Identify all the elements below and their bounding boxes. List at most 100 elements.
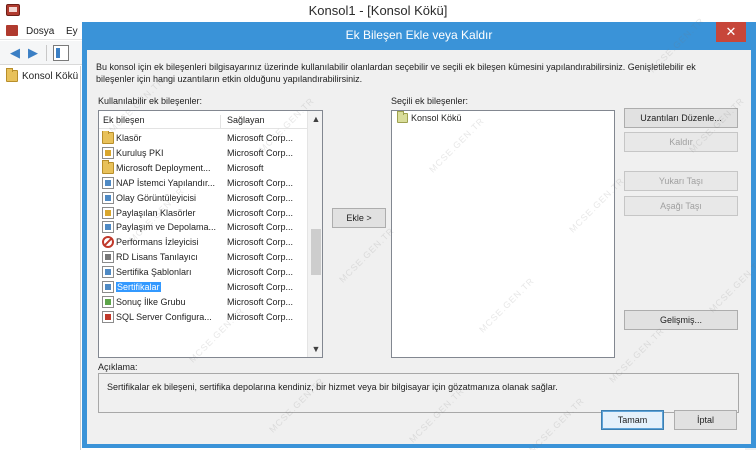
cancel-button[interactable]: İptal bbox=[674, 410, 737, 430]
snapin-name-cell: SQL Server Configura... bbox=[102, 310, 212, 323]
dialog-client-area: Bu konsol için ek bileşenleri bilgisayar… bbox=[87, 50, 751, 444]
nap-icon bbox=[102, 176, 114, 189]
policy-icon bbox=[102, 295, 114, 308]
column-header-name[interactable]: Ek bileşen bbox=[103, 115, 145, 125]
system-menu-icon[interactable] bbox=[6, 25, 18, 36]
certificate-icon bbox=[102, 281, 114, 293]
snapin-provider-cell: Microsoft Corp... bbox=[227, 311, 294, 322]
list-item[interactable]: Sertifika Şablonları Microsoft Corp... bbox=[99, 265, 307, 280]
snapin-name-cell: Sonuç İlke Grubu bbox=[102, 295, 186, 308]
forward-arrow-icon[interactable]: ▶ bbox=[25, 45, 41, 61]
available-snapins-label: Kullanılabilir ek bileşenler: bbox=[98, 96, 203, 106]
remove-button[interactable]: Kaldır bbox=[624, 132, 738, 152]
snapin-provider-cell: Microsoft Corp... bbox=[227, 252, 294, 263]
list-item[interactable]: Olay Görüntüleyicisi Microsoft Corp... bbox=[99, 191, 307, 206]
snapin-name-label: SQL Server Configura... bbox=[116, 311, 212, 322]
dialog-title: Ek Bileşen Ekle veya Kaldır bbox=[345, 28, 493, 42]
back-arrow-icon[interactable]: ◀ bbox=[7, 45, 23, 61]
scrollbar-thumb[interactable] bbox=[311, 229, 321, 275]
folder-icon bbox=[102, 131, 114, 144]
snapin-provider-cell: Microsoft bbox=[227, 162, 264, 173]
selected-snapins-label: Seçili ek bileşenler: bbox=[391, 96, 469, 106]
snapin-provider-cell: Microsoft Corp... bbox=[227, 222, 294, 233]
close-icon[interactable]: ✕ bbox=[716, 22, 746, 42]
available-snapins-list[interactable]: Ek bileşen Sağlayan Klasör Microsoft Corp… bbox=[98, 110, 323, 358]
snapin-name-label: NAP İstemci Yapılandır... bbox=[116, 177, 216, 188]
move-down-button[interactable]: Aşağı Taşı bbox=[624, 196, 738, 216]
snapin-name-label: Performans İzleyicisi bbox=[116, 237, 199, 248]
snapin-name-label: Kuruluş PKI bbox=[116, 147, 164, 158]
menu-eylem[interactable]: Ey bbox=[66, 26, 78, 37]
list-item[interactable]: SQL Server Configura... Microsoft Corp... bbox=[99, 310, 307, 325]
list-item[interactable]: RD Lisans Tanılayıcı Microsoft Corp... bbox=[99, 250, 307, 265]
template-icon bbox=[102, 266, 114, 279]
license-icon bbox=[102, 251, 114, 264]
available-list-scrollbar[interactable]: ▲ ▼ bbox=[307, 111, 322, 357]
snapin-name-label: Sertifikalar bbox=[116, 282, 161, 292]
console-tree[interactable]: Konsol Kökü bbox=[0, 66, 81, 450]
snapin-name-label: Klasör bbox=[116, 133, 142, 143]
snapin-name-label: Sertifika Şablonları bbox=[116, 267, 192, 278]
snapin-provider-cell: Microsoft Corp... bbox=[227, 147, 294, 158]
snapin-name-label: Paylaşılan Klasörler bbox=[116, 207, 196, 218]
snapin-name-cell: Sertifikalar bbox=[102, 281, 161, 293]
folder-icon bbox=[102, 159, 114, 174]
snapin-name-cell: RD Lisans Tanılayıcı bbox=[102, 251, 198, 264]
window-title: Konsol1 - [Konsol Kökü] bbox=[308, 3, 448, 18]
snapin-name-cell: Performans İzleyicisi bbox=[102, 236, 199, 249]
move-up-button[interactable]: Yukarı Taşı bbox=[624, 171, 738, 191]
snapin-name-label: Olay Görüntüleyicisi bbox=[116, 192, 197, 203]
list-item-label: Konsol Kökü bbox=[411, 113, 462, 123]
snapin-provider-cell: Microsoft Corp... bbox=[227, 267, 294, 278]
scroll-down-icon[interactable]: ▼ bbox=[308, 342, 322, 356]
snapin-provider-cell: Microsoft Corp... bbox=[227, 296, 294, 307]
storage-icon bbox=[102, 221, 114, 234]
snapin-provider-cell: Microsoft Corp... bbox=[227, 177, 294, 188]
ok-button[interactable]: Tamam bbox=[601, 410, 664, 430]
available-snapins-rows: Klasör Microsoft Corp... Kuruluş PKI Micros… bbox=[99, 131, 307, 357]
folder-icon bbox=[6, 68, 18, 82]
snapin-provider-cell: Microsoft Corp... bbox=[227, 133, 294, 143]
pki-icon bbox=[102, 146, 114, 159]
show-hide-tree-icon[interactable] bbox=[53, 45, 69, 61]
snapin-provider-cell: Microsoft Corp... bbox=[227, 207, 294, 218]
description-box: Sertifikalar ek bileşeni, sertifika depo… bbox=[98, 373, 739, 413]
snapin-name-cell: Paylaşılan Klasörler bbox=[102, 206, 196, 219]
shared-folders-icon bbox=[102, 206, 114, 219]
toolbar-separator bbox=[46, 45, 47, 61]
list-item[interactable]: Kuruluş PKI Microsoft Corp... bbox=[99, 146, 307, 161]
snapin-name-label: RD Lisans Tanılayıcı bbox=[116, 252, 198, 263]
list-item[interactable]: Sertifikalar Microsoft Corp... bbox=[99, 280, 307, 295]
advanced-button[interactable]: Gelişmiş... bbox=[624, 310, 738, 330]
edit-extensions-button[interactable]: Uzantıları Düzenle... bbox=[624, 108, 738, 128]
tree-item-label: Konsol Kökü bbox=[22, 70, 79, 82]
snapin-name-cell: Paylaşım ve Depolama... bbox=[102, 221, 217, 234]
snapin-name-label: Microsoft Deployment... bbox=[116, 162, 211, 173]
list-item[interactable]: Microsoft Deployment... Microsoft bbox=[99, 159, 307, 176]
dialog-intro-text: Bu konsol için ek bileşenleri bilgisayar… bbox=[96, 62, 696, 84]
add-button[interactable]: Ekle > bbox=[332, 208, 386, 228]
column-divider[interactable] bbox=[220, 115, 221, 129]
selected-snapins-list[interactable]: Konsol Kökü bbox=[391, 110, 615, 358]
list-item[interactable]: Konsol Kökü bbox=[397, 111, 462, 123]
description-label: Açıklama: bbox=[98, 362, 138, 372]
snapin-name-cell: Microsoft Deployment... bbox=[102, 159, 211, 174]
column-header-provider[interactable]: Sağlayan bbox=[227, 115, 265, 125]
event-viewer-icon bbox=[102, 191, 114, 204]
list-item[interactable]: NAP İstemci Yapılandır... Microsoft Corp.… bbox=[99, 176, 307, 191]
list-item[interactable]: Paylaşılan Klasörler Microsoft Corp... bbox=[99, 206, 307, 221]
folder-icon bbox=[397, 111, 408, 123]
scroll-up-icon[interactable]: ▲ bbox=[308, 112, 322, 126]
menu-dosya[interactable]: Dosya bbox=[26, 26, 54, 37]
list-item[interactable]: Klasör Microsoft Corp... bbox=[99, 131, 307, 146]
snapin-name-cell: Sertifika Şablonları bbox=[102, 266, 192, 279]
snapin-name-cell: Olay Görüntüleyicisi bbox=[102, 191, 197, 204]
snapin-name-cell: Kuruluş PKI bbox=[102, 146, 164, 159]
snapin-name-cell: Klasör bbox=[102, 131, 142, 144]
snapin-name-label: Paylaşım ve Depolama... bbox=[116, 222, 217, 233]
tree-item-konsol-koku[interactable]: Konsol Kökü bbox=[6, 68, 79, 82]
list-item[interactable]: Performans İzleyicisi Microsoft Corp... bbox=[99, 235, 307, 250]
list-item[interactable]: Paylaşım ve Depolama... Microsoft Corp... bbox=[99, 220, 307, 235]
snapin-name-label: Sonuç İlke Grubu bbox=[116, 296, 186, 307]
list-item[interactable]: Sonuç İlke Grubu Microsoft Corp... bbox=[99, 295, 307, 310]
